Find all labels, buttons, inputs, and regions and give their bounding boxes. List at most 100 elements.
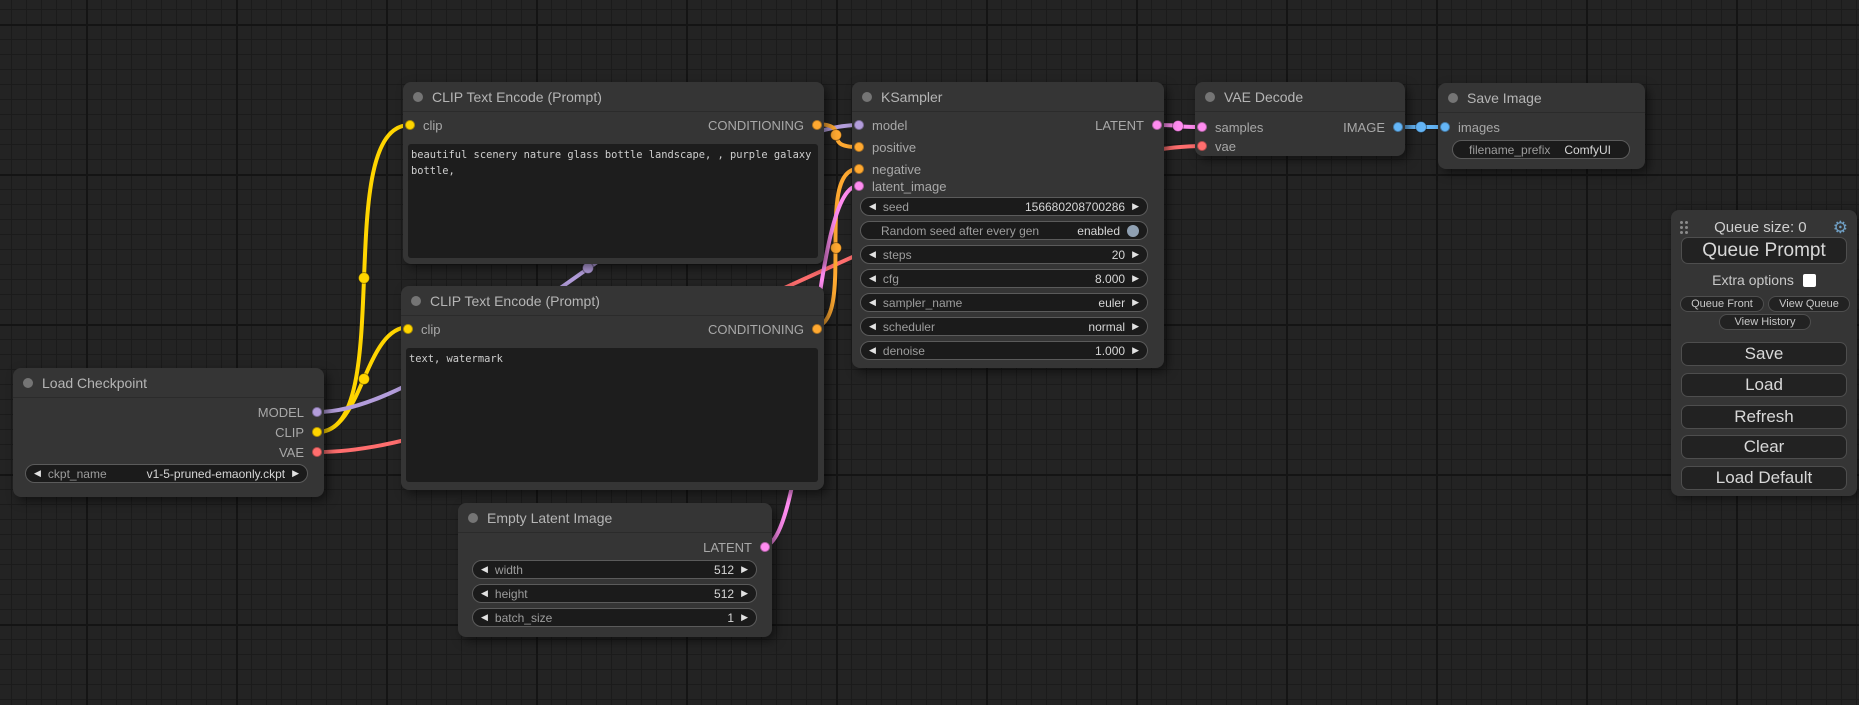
link-midpoint-dot[interactable] bbox=[831, 243, 842, 254]
increment-arrow-icon[interactable]: ▶ bbox=[1132, 298, 1139, 307]
widget-filename-prefix[interactable]: filename_prefix ComfyUI bbox=[1452, 140, 1630, 159]
widget-batch-size[interactable]: ◀ batch_size 1 ▶ bbox=[472, 608, 757, 627]
collapse-dot-icon[interactable] bbox=[1205, 92, 1215, 102]
node-empty-latent-image[interactable]: Empty Latent Image LATENT ◀ width 512 ▶ … bbox=[458, 503, 772, 637]
widget-ckpt-name[interactable]: ◀ ckpt_name v1-5-pruned-emaonly.ckpt ▶ bbox=[25, 464, 308, 483]
decrement-arrow-icon[interactable]: ◀ bbox=[869, 250, 876, 259]
refresh-button[interactable]: Refresh bbox=[1681, 405, 1847, 429]
vae-port-dot[interactable] bbox=[312, 447, 322, 457]
decrement-arrow-icon[interactable]: ◀ bbox=[869, 346, 876, 355]
decrement-arrow-icon[interactable]: ◀ bbox=[869, 202, 876, 211]
port-latent-image-input[interactable]: latent_image bbox=[854, 176, 946, 196]
node-save-image[interactable]: Save Image images filename_prefix ComfyU… bbox=[1438, 83, 1645, 169]
node-vae-decode[interactable]: VAE Decode samples vae IMAGE bbox=[1195, 82, 1405, 156]
link-midpoint-dot[interactable] bbox=[583, 263, 594, 274]
port-model-output[interactable]: MODEL bbox=[258, 402, 322, 422]
load-button[interactable]: Load bbox=[1681, 373, 1847, 397]
node-title-bar[interactable]: Load Checkpoint bbox=[13, 368, 324, 398]
model-port-dot[interactable] bbox=[854, 120, 864, 130]
node-ksampler[interactable]: KSampler model positive negative latent_… bbox=[852, 82, 1164, 368]
increment-arrow-icon[interactable]: ▶ bbox=[1132, 346, 1139, 355]
node-clip-text-encode-negative[interactable]: CLIP Text Encode (Prompt) clip CONDITION… bbox=[401, 286, 824, 490]
conditioning-port-dot[interactable] bbox=[812, 120, 822, 130]
port-model-input[interactable]: model bbox=[854, 115, 907, 135]
image-port-dot[interactable] bbox=[1393, 122, 1403, 132]
decrement-arrow-icon[interactable]: ◀ bbox=[481, 589, 488, 598]
port-conditioning-output[interactable]: CONDITIONING bbox=[708, 319, 822, 339]
decrement-arrow-icon[interactable]: ◀ bbox=[869, 274, 876, 283]
decrement-arrow-icon[interactable]: ◀ bbox=[481, 565, 488, 574]
node-load-checkpoint[interactable]: Load Checkpoint MODEL CLIP VAE ◀ ckpt_na… bbox=[13, 368, 324, 497]
widget-height[interactable]: ◀ height 512 ▶ bbox=[472, 584, 757, 603]
link-midpoint-dot[interactable] bbox=[1416, 122, 1427, 133]
vae-port-dot[interactable] bbox=[1197, 141, 1207, 151]
collapse-dot-icon[interactable] bbox=[413, 92, 423, 102]
widget-denoise[interactable]: ◀ denoise 1.000 ▶ bbox=[860, 341, 1148, 360]
port-clip-input[interactable]: clip bbox=[405, 115, 443, 135]
conditioning-port-dot[interactable] bbox=[812, 324, 822, 334]
port-clip-output[interactable]: CLIP bbox=[275, 422, 322, 442]
node-title-bar[interactable]: CLIP Text Encode (Prompt) bbox=[403, 82, 824, 112]
port-conditioning-output[interactable]: CONDITIONING bbox=[708, 115, 822, 135]
latent-port-dot[interactable] bbox=[1152, 120, 1162, 130]
latent-port-dot[interactable] bbox=[1197, 122, 1207, 132]
increment-arrow-icon[interactable]: ▶ bbox=[741, 613, 748, 622]
node-title-bar[interactable]: Empty Latent Image bbox=[458, 503, 772, 533]
increment-arrow-icon[interactable]: ▶ bbox=[1132, 202, 1139, 211]
model-port-dot[interactable] bbox=[312, 407, 322, 417]
drag-handle-icon[interactable] bbox=[1680, 221, 1688, 234]
conditioning-port-dot[interactable] bbox=[854, 164, 864, 174]
increment-arrow-icon[interactable]: ▶ bbox=[1132, 250, 1139, 259]
decrement-arrow-icon[interactable]: ◀ bbox=[481, 613, 488, 622]
increment-arrow-icon[interactable]: ▶ bbox=[1132, 322, 1139, 331]
negative-prompt-textarea[interactable]: text, watermark bbox=[406, 348, 818, 482]
view-queue-button[interactable]: View Queue bbox=[1768, 296, 1850, 312]
collapse-dot-icon[interactable] bbox=[411, 296, 421, 306]
widget-sampler-name[interactable]: ◀ sampler_name euler ▶ bbox=[860, 293, 1148, 312]
node-title-bar[interactable]: VAE Decode bbox=[1195, 82, 1405, 112]
port-positive-input[interactable]: positive bbox=[854, 137, 916, 157]
link-midpoint-dot[interactable] bbox=[831, 130, 842, 141]
widget-scheduler[interactable]: ◀ scheduler normal ▶ bbox=[860, 317, 1148, 336]
collapse-dot-icon[interactable] bbox=[862, 92, 872, 102]
link-midpoint-dot[interactable] bbox=[359, 273, 370, 284]
node-title-bar[interactable]: Save Image bbox=[1438, 83, 1645, 113]
queue-front-button[interactable]: Queue Front bbox=[1680, 296, 1764, 312]
port-vae-output[interactable]: VAE bbox=[279, 442, 322, 462]
increment-arrow-icon[interactable]: ▶ bbox=[292, 469, 299, 478]
clear-button[interactable]: Clear bbox=[1681, 435, 1847, 459]
port-vae-input[interactable]: vae bbox=[1197, 136, 1236, 156]
link-midpoint-dot[interactable] bbox=[359, 374, 370, 385]
extra-options-checkbox[interactable] bbox=[1803, 274, 1816, 287]
port-image-output[interactable]: IMAGE bbox=[1343, 117, 1403, 137]
port-samples-input[interactable]: samples bbox=[1197, 117, 1263, 137]
widget-steps[interactable]: ◀ steps 20 ▶ bbox=[860, 245, 1148, 264]
latent-port-dot[interactable] bbox=[760, 542, 770, 552]
clip-port-dot[interactable] bbox=[405, 120, 415, 130]
port-latent-output[interactable]: LATENT bbox=[1095, 115, 1162, 135]
increment-arrow-icon[interactable]: ▶ bbox=[1132, 274, 1139, 283]
collapse-dot-icon[interactable] bbox=[1448, 93, 1458, 103]
latent-port-dot[interactable] bbox=[854, 181, 864, 191]
save-button[interactable]: Save bbox=[1681, 342, 1847, 366]
widget-cfg[interactable]: ◀ cfg 8.000 ▶ bbox=[860, 269, 1148, 288]
increment-arrow-icon[interactable]: ▶ bbox=[741, 589, 748, 598]
queue-prompt-button[interactable]: Queue Prompt bbox=[1681, 237, 1847, 264]
clip-port-dot[interactable] bbox=[403, 324, 413, 334]
collapse-dot-icon[interactable] bbox=[468, 513, 478, 523]
widget-random-seed-toggle[interactable]: Random seed after every gen enabled bbox=[860, 221, 1148, 240]
node-clip-text-encode-positive[interactable]: CLIP Text Encode (Prompt) clip CONDITION… bbox=[403, 82, 824, 264]
port-images-input[interactable]: images bbox=[1440, 117, 1500, 137]
image-port-dot[interactable] bbox=[1440, 122, 1450, 132]
positive-prompt-textarea[interactable]: beautiful scenery nature glass bottle la… bbox=[408, 144, 818, 258]
node-title-bar[interactable]: CLIP Text Encode (Prompt) bbox=[401, 286, 824, 316]
load-default-button[interactable]: Load Default bbox=[1681, 466, 1847, 490]
conditioning-port-dot[interactable] bbox=[854, 142, 864, 152]
increment-arrow-icon[interactable]: ▶ bbox=[741, 565, 748, 574]
widget-seed[interactable]: ◀ seed 156680208700286 ▶ bbox=[860, 197, 1148, 216]
decrement-arrow-icon[interactable]: ◀ bbox=[869, 298, 876, 307]
decrement-arrow-icon[interactable]: ◀ bbox=[869, 322, 876, 331]
node-title-bar[interactable]: KSampler bbox=[852, 82, 1164, 112]
toggle-on-icon[interactable] bbox=[1127, 225, 1139, 237]
port-clip-input[interactable]: clip bbox=[403, 319, 441, 339]
